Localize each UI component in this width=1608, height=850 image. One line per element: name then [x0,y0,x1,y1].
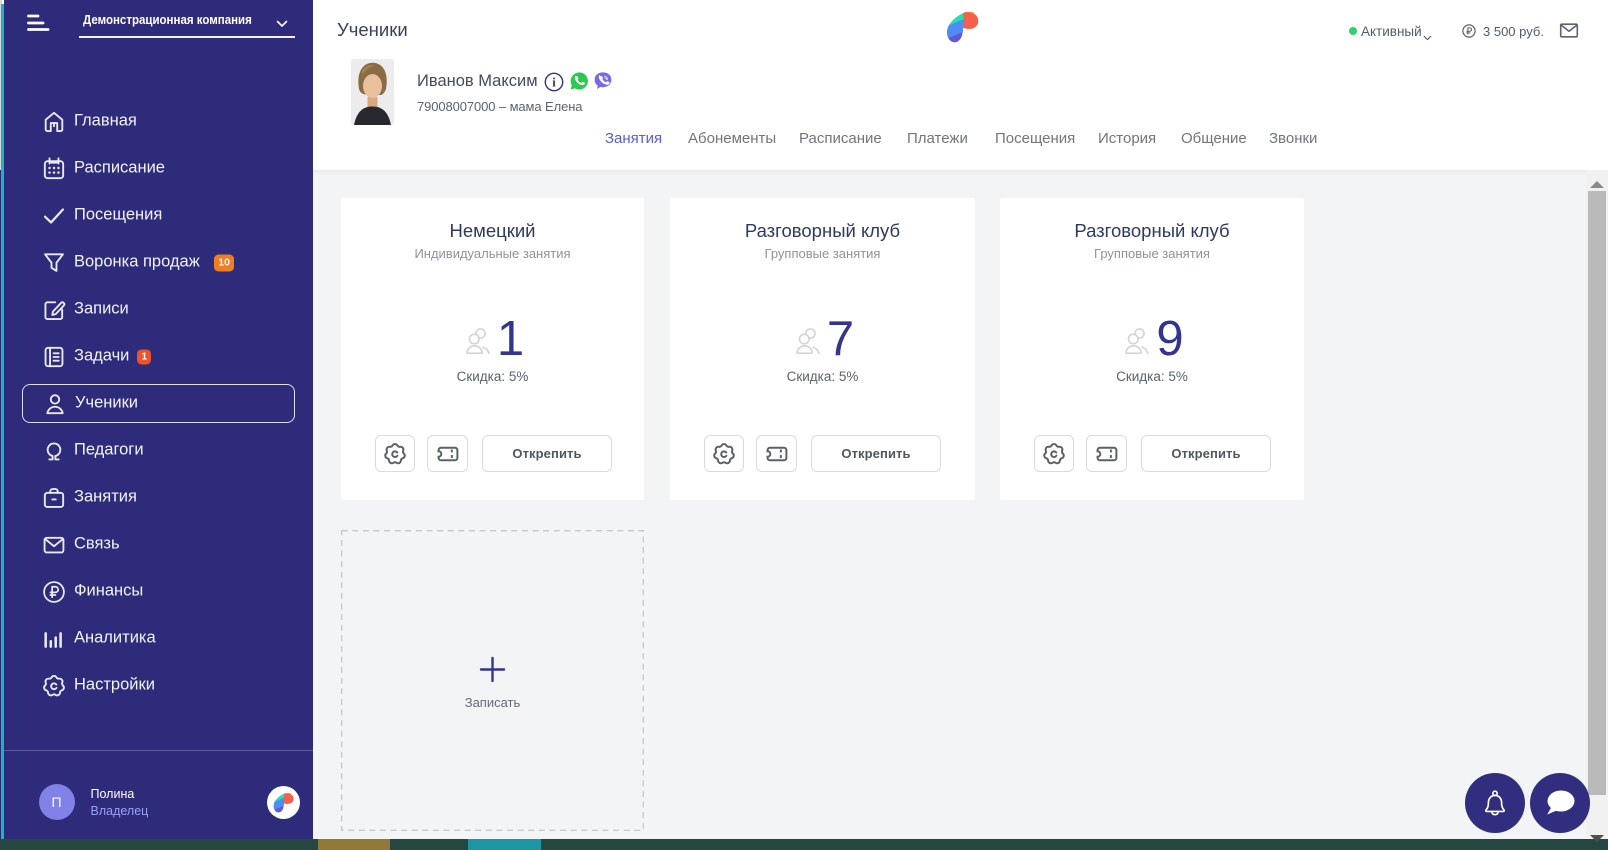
svg-text:i: i [552,75,556,89]
